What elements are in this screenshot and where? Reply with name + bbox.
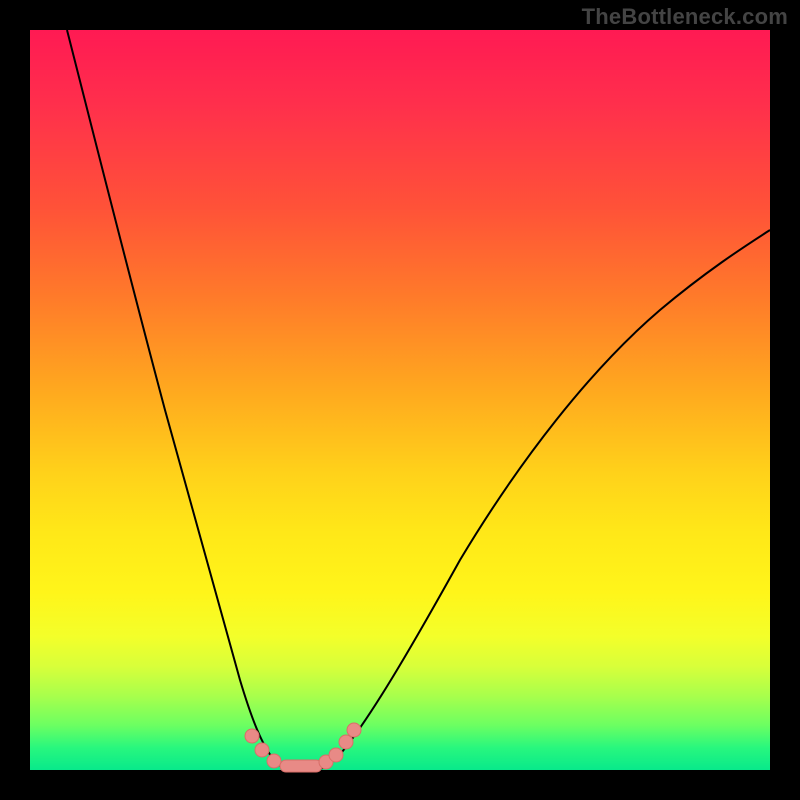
marker-dot [245, 729, 259, 743]
curve-layer [30, 30, 770, 770]
watermark-text: TheBottleneck.com [582, 4, 788, 30]
marker-group [245, 723, 361, 772]
curve-left-branch [67, 30, 292, 770]
marker-pill [280, 760, 322, 772]
plot-area [30, 30, 770, 770]
curve-right-branch [312, 230, 770, 770]
marker-dot [339, 735, 353, 749]
marker-dot [267, 754, 281, 768]
marker-dot [329, 748, 343, 762]
marker-dot [347, 723, 361, 737]
marker-dot [255, 743, 269, 757]
chart-frame: TheBottleneck.com [0, 0, 800, 800]
